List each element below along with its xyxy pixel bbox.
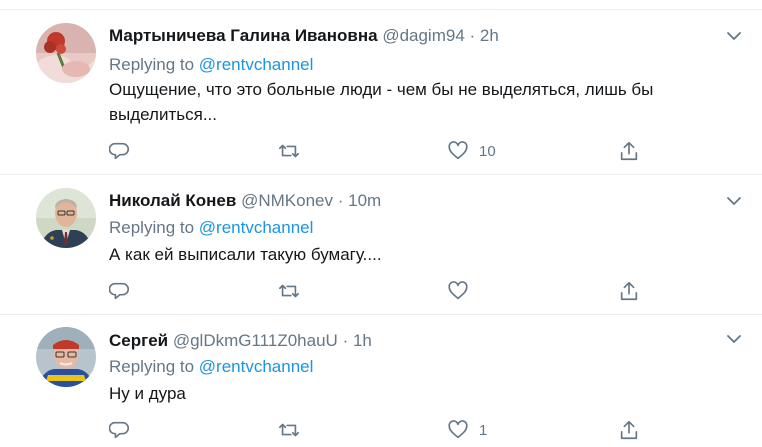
mention-link[interactable]: @rentvchannel [199, 357, 314, 376]
like-count: 1 [479, 421, 488, 439]
retweet-button[interactable] [277, 139, 301, 163]
reply-button[interactable] [109, 139, 131, 163]
heart-icon [448, 420, 468, 439]
share-icon [620, 420, 638, 440]
share-button[interactable] [618, 139, 640, 163]
replying-prefix: Replying to [109, 218, 195, 237]
timestamp[interactable]: 1h [353, 331, 372, 350]
like-button[interactable]: 10 [447, 139, 496, 163]
user-handle[interactable]: @NMKonev [241, 191, 333, 210]
replying-prefix: Replying to [109, 357, 195, 376]
timestamp[interactable]: 2h [480, 26, 499, 45]
separator: · [337, 191, 344, 210]
tweet-header: Николай Конев @NMKonev · 10m [109, 189, 381, 213]
mention-link[interactable]: @rentvchannel [199, 55, 314, 74]
heart-icon [448, 141, 468, 160]
separator: · [469, 26, 476, 45]
retweet-button[interactable] [277, 279, 301, 303]
replying-to: Replying to @rentvchannel [109, 53, 313, 77]
like-count: 10 [479, 142, 496, 160]
timestamp[interactable]: 10m [348, 191, 381, 210]
share-icon [620, 281, 638, 301]
tweet-text: Ну и дура [109, 384, 186, 403]
reply-button[interactable] [109, 418, 131, 442]
heart-icon [448, 281, 468, 300]
reply-button[interactable] [109, 279, 131, 303]
mention-link[interactable]: @rentvchannel [199, 218, 314, 237]
tweet-2[interactable]: Николай Конев @NMKonev · 10m Replying to… [0, 175, 762, 315]
user-handle[interactable]: @dagim94 [382, 26, 464, 45]
share-icon [620, 141, 638, 161]
tweet-1[interactable]: Мартыничева Галина Ивановна @dagim94 · 2… [0, 10, 762, 175]
reply-icon [109, 421, 129, 439]
retweet-icon [279, 423, 299, 437]
retweet-icon [279, 144, 299, 158]
avatar[interactable] [36, 23, 96, 83]
replying-to: Replying to @rentvchannel [109, 216, 313, 240]
chevron-down-icon[interactable] [724, 329, 744, 349]
tweet-text: А как ей выписали такую бумагу.... [109, 245, 382, 264]
separator: · [342, 331, 349, 350]
share-button[interactable] [618, 418, 640, 442]
like-button[interactable]: 1 [447, 418, 487, 442]
replying-to: Replying to @rentvchannel [109, 355, 313, 379]
display-name[interactable]: Николай Конев [109, 191, 236, 210]
chevron-down-icon[interactable] [724, 191, 744, 211]
chevron-down-icon[interactable] [724, 26, 744, 46]
display-name[interactable]: Сергей [109, 331, 168, 350]
tweet-feed: Мартыничева Галина Ивановна @dagim94 · 2… [0, 0, 762, 447]
retweet-icon [279, 284, 299, 298]
tweet-header: Сергей @glDkmG111Z0hauU · 1h [109, 329, 372, 353]
reply-icon [109, 282, 129, 300]
tweet-header: Мартыничева Галина Ивановна @dagim94 · 2… [109, 24, 499, 48]
share-button[interactable] [618, 279, 640, 303]
tweet-text: Ощущение, что это больные люди - чем бы … [109, 80, 654, 124]
retweet-button[interactable] [277, 418, 301, 442]
reply-icon [109, 142, 129, 160]
display-name[interactable]: Мартыничева Галина Ивановна [109, 26, 378, 45]
avatar[interactable] [36, 188, 96, 248]
user-handle[interactable]: @glDkmG111Z0hauU [173, 331, 338, 350]
avatar[interactable] [36, 327, 96, 387]
like-button[interactable] [447, 279, 479, 303]
replying-prefix: Replying to [109, 55, 195, 74]
tweet-3[interactable]: Сергей @glDkmG111Z0hauU · 1h Replying to… [0, 315, 762, 447]
